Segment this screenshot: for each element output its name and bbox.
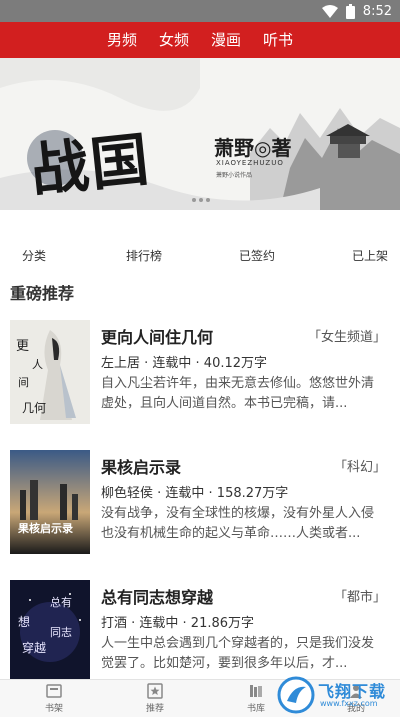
svg-text:几何: 几何	[22, 401, 46, 415]
book-meta: 柳色轻侯 · 连载中 · 158.27万字	[101, 486, 289, 501]
book-title: 果核启示录	[101, 458, 182, 477]
book-meta: 左上居 · 连载中 · 40.12万字	[101, 356, 268, 371]
svg-text:间: 间	[18, 376, 29, 389]
book-channel-tag: 「科幻」	[333, 460, 386, 475]
svg-text:穿越: 穿越	[22, 640, 46, 655]
banner-subtext: 萧野小说作品	[216, 172, 253, 179]
bookshelf-icon	[46, 683, 62, 699]
star-icon	[147, 683, 163, 699]
tab-female[interactable]: 女频	[159, 22, 189, 58]
book-title: 总有同志想穿越	[101, 588, 214, 607]
quick-link-ranking[interactable]: 排行榜	[126, 247, 162, 264]
book-title: 更向人间住几何	[101, 328, 214, 347]
book-cover: 更 人 间 几何	[10, 320, 90, 424]
book-description: 没有战争，没有全球性的核爆，没有外星人入侵也没有机械生命的起义与革命……人类或者…	[101, 506, 375, 541]
watermark-url: www.fxxz.com	[320, 699, 378, 708]
svg-text:更: 更	[16, 339, 29, 354]
carousel-dot	[192, 198, 196, 202]
book-meta: 打酒 · 连载中 · 21.86万字	[101, 616, 255, 631]
svg-text:果核启示录: 果核启示录	[17, 521, 73, 535]
watermark: 飞翔下载 www.fxxz.com	[274, 672, 400, 717]
quick-links: 分类 排行榜 已签约 已上架	[0, 240, 400, 270]
quick-link-signed[interactable]: 已签约	[239, 247, 275, 264]
banner-pinyin: XIAOYEZHUZUO	[216, 159, 284, 167]
section-title: 重磅推荐	[10, 284, 75, 303]
book-item[interactable]: 更 人 间 几何 更向人间住几何 「女生频道」 左上居 · 连载中 · 40.1…	[0, 306, 400, 436]
carousel-dot	[199, 198, 203, 202]
book-channel-tag: 「女生频道」	[307, 330, 386, 345]
book-item[interactable]: 果核启示录 果核启示录 「科幻」 柳色轻侯 · 连载中 · 158.27万字 没…	[0, 436, 400, 566]
carousel-indicator	[192, 198, 210, 202]
banner-author: 萧野◎著	[214, 136, 292, 160]
banner-carousel[interactable]: 战国 萧野◎著 XIAOYEZHUZUO 萧野小说作品	[0, 58, 400, 210]
nav-label: 推荐	[145, 704, 164, 714]
book-cover: 果核启示录	[10, 450, 90, 554]
carousel-dot	[206, 198, 210, 202]
tab-comics[interactable]: 漫画	[211, 22, 241, 58]
book-description: 人一生中总会遇到几个穿越者的，只是我们没发觉罢了。比如楚河，要到很多年以后，才.…	[101, 636, 375, 671]
book-cover: 总有 想 同志 穿越	[10, 580, 90, 684]
nav-label: 书架	[44, 704, 63, 714]
svg-text:同志: 同志	[50, 626, 72, 639]
tab-male[interactable]: 男频	[107, 22, 137, 58]
banner-title: 战国	[27, 124, 154, 206]
svg-text:总有: 总有	[50, 595, 72, 609]
wifi-icon	[321, 4, 338, 18]
svg-text:想: 想	[18, 614, 30, 629]
nav-recommend[interactable]: 推荐	[125, 683, 185, 714]
status-time: 8:52	[362, 3, 392, 19]
battery-icon	[345, 3, 355, 19]
quick-link-listed[interactable]: 已上架	[352, 247, 388, 264]
top-tab-bar: 男频 女频 漫画 听书	[0, 22, 400, 58]
nav-bookshelf[interactable]: 书架	[24, 683, 84, 714]
quick-link-category[interactable]: 分类	[22, 247, 46, 264]
book-channel-tag: 「都市」	[333, 590, 386, 605]
status-bar: 8:52	[0, 0, 400, 22]
book-description: 自入凡尘若许年，由来无意去修仙。悠悠世外清虚处，且向人间道自然。本书已完稿，请.…	[101, 376, 375, 411]
tab-audiobooks[interactable]: 听书	[263, 22, 293, 58]
books-icon	[248, 683, 264, 699]
watermark-logo-icon	[277, 676, 315, 714]
svg-text:人: 人	[32, 358, 43, 371]
